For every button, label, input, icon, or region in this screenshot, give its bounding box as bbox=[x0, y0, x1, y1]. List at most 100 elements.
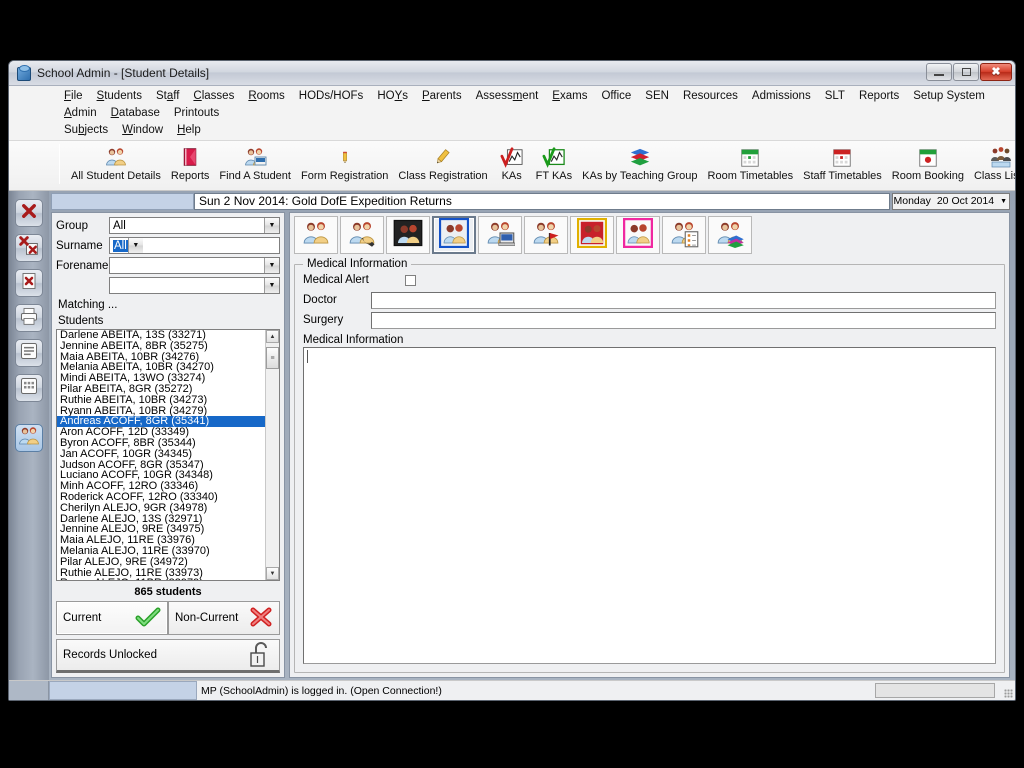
menu-item-window[interactable]: Window bbox=[115, 122, 170, 139]
toolbar-button-room-booking[interactable]: Room Booking bbox=[887, 141, 969, 182]
toolbar-button-kas-by-teaching-group[interactable]: KAs by Teaching Group bbox=[577, 141, 702, 182]
rail-button-close-x[interactable] bbox=[15, 199, 43, 227]
rail-button-grid-cells[interactable] bbox=[15, 374, 43, 402]
tab-reports[interactable] bbox=[708, 216, 752, 254]
toolbar-button-class-registration[interactable]: Class Registration bbox=[393, 141, 492, 182]
tab-behaviour[interactable] bbox=[616, 216, 660, 254]
menu-item-staff[interactable]: Staff bbox=[149, 88, 186, 105]
student-list-item[interactable]: Melania ABEITA, 10BR (34270) bbox=[57, 362, 265, 373]
filter-combo-forename[interactable]: ▼ bbox=[109, 257, 280, 274]
menu-item-slt[interactable]: SLT bbox=[818, 88, 852, 105]
rail-button-close-document[interactable] bbox=[15, 269, 43, 297]
menu-item-admin[interactable]: Admin bbox=[57, 105, 104, 122]
menu-item-reports[interactable]: Reports bbox=[852, 88, 906, 105]
non-current-button[interactable]: Non-Current bbox=[168, 601, 280, 635]
menu-item-hoys[interactable]: HOYs bbox=[370, 88, 415, 105]
surgery-field[interactable] bbox=[371, 311, 996, 329]
chevron-down-icon[interactable]: ▼ bbox=[264, 258, 279, 273]
medical-information-textarea[interactable] bbox=[303, 347, 996, 664]
rail-button-close-all-windows[interactable] bbox=[15, 234, 43, 262]
rail-button-students-people[interactable] bbox=[15, 424, 43, 452]
student-list-items[interactable]: Darlene ABEITA, 13S (33271) Jennine ABEIT… bbox=[57, 330, 265, 580]
student-list-item[interactable]: Pilar ALEJO, 9RE (34972) bbox=[57, 557, 265, 568]
student-list-item[interactable]: Darlene ABEITA, 13S (33271) bbox=[57, 330, 265, 341]
student-list-item[interactable]: Mindi ABEITA, 13WO (33274) bbox=[57, 373, 265, 384]
chevron-down-icon[interactable]: ▼ bbox=[127, 238, 143, 253]
records-lock-row[interactable]: Records Unlocked bbox=[56, 639, 280, 673]
menu-item-exams[interactable]: Exams bbox=[545, 88, 594, 105]
menu-item-office[interactable]: Office bbox=[594, 88, 638, 105]
menu-item-admissions[interactable]: Admissions bbox=[745, 88, 818, 105]
toolbar-grip[interactable] bbox=[59, 144, 60, 184]
rail-button-printer[interactable] bbox=[15, 304, 43, 332]
filter-combo-surname[interactable]: All ▼ bbox=[109, 237, 280, 254]
toolbar-button-room-timetables[interactable]: Room Timetables bbox=[703, 141, 799, 182]
student-list-item[interactable]: Ruthie ABEITA, 10BR (34273) bbox=[57, 395, 265, 406]
menu-item-students[interactable]: Students bbox=[90, 88, 149, 105]
tab-records[interactable] bbox=[478, 216, 522, 254]
student-list-item[interactable]: Andreas ACOFF, 8GR (35341) bbox=[57, 416, 265, 428]
filter-combo-group[interactable]: All ▼ bbox=[109, 217, 280, 234]
scroll-up-icon[interactable]: ▲ bbox=[266, 330, 279, 343]
student-list-item[interactable]: Cherilyn ALEJO, 9GR (34978) bbox=[57, 503, 265, 514]
student-list-item[interactable]: Melania ALEJO, 11RE (33970) bbox=[57, 546, 265, 557]
doctor-field[interactable] bbox=[371, 291, 996, 309]
menu-item-database[interactable]: Database bbox=[104, 105, 167, 122]
tab-attendance[interactable] bbox=[570, 216, 614, 254]
toolbar-button-find-a-student[interactable]: Find A Student bbox=[214, 141, 296, 182]
maximize-button[interactable] bbox=[953, 63, 979, 81]
menu-item-subjects[interactable]: Subjects bbox=[57, 122, 115, 139]
menu-item-classes[interactable]: Classes bbox=[186, 88, 241, 105]
menu-item-rooms[interactable]: Rooms bbox=[241, 88, 291, 105]
student-list-item[interactable]: Ryann ALEJO, 11BR (33979) bbox=[57, 578, 265, 580]
scroll-thumb[interactable]: ≡ bbox=[266, 347, 279, 369]
student-list-item[interactable]: Roderick ACOFF, 12RO (33340) bbox=[57, 492, 265, 503]
student-list-item[interactable]: Maia ABEITA, 10BR (34276) bbox=[57, 352, 265, 363]
student-list-item[interactable]: Luciano ACOFF, 10GR (34348) bbox=[57, 470, 265, 481]
scroll-down-icon[interactable]: ▼ bbox=[266, 567, 279, 580]
tab-flags[interactable] bbox=[524, 216, 568, 254]
minimize-button[interactable] bbox=[926, 63, 952, 81]
menu-item-parents[interactable]: Parents bbox=[415, 88, 469, 105]
resize-grip-icon[interactable] bbox=[1001, 681, 1015, 700]
tab-notes[interactable] bbox=[662, 216, 706, 254]
menu-item-assessment[interactable]: Assessment bbox=[469, 88, 546, 105]
close-button[interactable]: ✖ bbox=[980, 63, 1012, 81]
menu-item-printouts[interactable]: Printouts bbox=[167, 105, 226, 122]
tab-photo[interactable] bbox=[386, 216, 430, 254]
toolbar-button-form-registration[interactable]: Form Registration bbox=[296, 141, 393, 182]
toolbar-button-class-lists[interactable]: Class Lists bbox=[969, 141, 1015, 182]
tab-general[interactable] bbox=[294, 216, 338, 254]
tab-contact[interactable] bbox=[340, 216, 384, 254]
tab-medical[interactable] bbox=[432, 216, 476, 254]
rail-button-list-lines[interactable] bbox=[15, 339, 43, 367]
chevron-down-icon[interactable]: ▼ bbox=[264, 218, 279, 233]
student-list-item[interactable]: Ryann ABEITA, 10BR (34279) bbox=[57, 406, 265, 417]
student-list-item[interactable]: Jennine ABEITA, 8BR (35275) bbox=[57, 341, 265, 352]
student-list-item[interactable]: Judson ACOFF, 8GR (35347) bbox=[57, 460, 265, 471]
student-list-item[interactable]: Maia ALEJO, 11RE (33976) bbox=[57, 535, 265, 546]
menu-item-resources[interactable]: Resources bbox=[676, 88, 745, 105]
medical-alert-checkbox[interactable] bbox=[405, 274, 416, 286]
chevron-down-icon[interactable]: ▼ bbox=[1000, 194, 1007, 209]
student-list-item[interactable]: Byron ACOFF, 8BR (35344) bbox=[57, 438, 265, 449]
student-list-item[interactable]: Pilar ABEITA, 8GR (35272) bbox=[57, 384, 265, 395]
student-list-item[interactable]: Jennine ALEJO, 9RE (34975) bbox=[57, 524, 265, 535]
scroll-track[interactable]: ≡ bbox=[266, 343, 279, 567]
toolbar-button-ft-kas[interactable]: FT KAs bbox=[531, 141, 577, 182]
student-list-item[interactable]: Minh ACOFF, 12RO (33346) bbox=[57, 481, 265, 492]
toolbar-button-all-student-details[interactable]: All Student Details bbox=[66, 141, 166, 182]
student-list-item[interactable]: Jan ACOFF, 10GR (34345) bbox=[57, 449, 265, 460]
menu-item-setup-system[interactable]: Setup System bbox=[906, 88, 992, 105]
menu-item-file[interactable]: File bbox=[57, 88, 90, 105]
toolbar-button-kas[interactable]: KAs bbox=[493, 141, 531, 182]
student-list-item[interactable]: Darlene ALEJO, 13S (32971) bbox=[57, 514, 265, 525]
student-list-scrollbar[interactable]: ▲ ≡ ▼ bbox=[265, 330, 279, 580]
student-list-item[interactable]: Ruthie ALEJO, 11RE (33973) bbox=[57, 568, 265, 579]
toolbar-button-reports[interactable]: Reports bbox=[166, 141, 215, 182]
student-list[interactable]: Darlene ABEITA, 13S (33271) Jennine ABEIT… bbox=[56, 329, 280, 581]
menu-item-sen[interactable]: SEN bbox=[638, 88, 676, 105]
filter-combo-extra[interactable]: ▼ bbox=[109, 277, 280, 294]
student-list-item[interactable]: Aron ACOFF, 12D (33349) bbox=[57, 427, 265, 438]
toolbar-button-staff-timetables[interactable]: Staff Timetables bbox=[798, 141, 887, 182]
